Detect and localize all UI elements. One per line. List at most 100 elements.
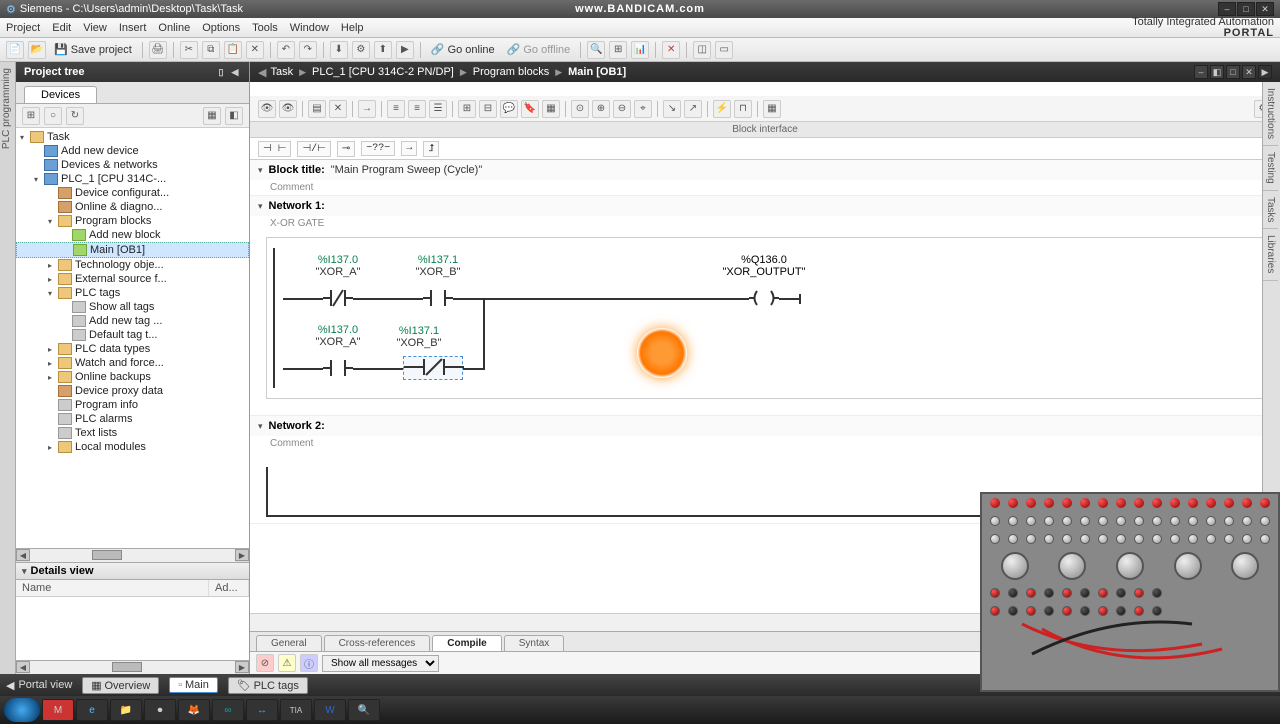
download-icon[interactable]: ⬇ — [330, 41, 348, 59]
tree-node[interactable]: PLC alarms — [16, 412, 249, 426]
split-editor-icon[interactable]: ◫ — [693, 41, 711, 59]
details-hscrollbar[interactable]: ◀ ▶ — [16, 660, 249, 674]
taskbar-magnifier-icon[interactable]: 🔍 — [348, 699, 380, 721]
menu-options[interactable]: Options — [202, 22, 240, 34]
details-view-header[interactable]: ▾ Details view — [16, 562, 249, 580]
start-button[interactable] — [4, 698, 40, 722]
layout-icon[interactable]: ▭ — [715, 41, 733, 59]
side-tab-libraries[interactable]: Libraries — [1263, 229, 1278, 280]
tree-node[interactable]: Show all tags — [16, 300, 249, 314]
misc-1-icon[interactable]: ⚡ — [713, 100, 731, 118]
tree-node[interactable]: ▸Local modules — [16, 440, 249, 454]
editor-float-icon[interactable]: ◧ — [1210, 65, 1224, 79]
tree-node[interactable]: ▸External source f... — [16, 272, 249, 286]
simulate-icon[interactable]: ▶ — [396, 41, 414, 59]
tab-general[interactable]: General — [256, 635, 322, 651]
network-2-comment[interactable]: Comment — [250, 436, 1280, 451]
network-1-header[interactable]: ▾ Network 1: — [250, 196, 1280, 216]
menu-window[interactable]: Window — [290, 22, 329, 34]
misc-3-icon[interactable]: ▦ — [763, 100, 781, 118]
tree-node[interactable]: ▸PLC data types — [16, 342, 249, 356]
tree-node[interactable]: Online & diagno... — [16, 200, 249, 214]
monitor-all-icon[interactable]: 👁 — [279, 100, 297, 118]
status-tab-plctags[interactable]: 🏷 PLC tags — [228, 677, 308, 694]
editor-expand-icon[interactable]: ▶ — [1258, 65, 1272, 79]
monitor-icon[interactable]: 👁 — [258, 100, 276, 118]
network-1-comment[interactable]: X-OR GATE — [250, 216, 1280, 231]
print-icon[interactable]: 🖨 — [149, 41, 167, 59]
lad-nc-contact[interactable]: ⊣/⊢ — [297, 141, 330, 157]
lad-close-branch[interactable]: ⮥ — [423, 141, 439, 157]
crumb-3[interactable]: Program blocks — [473, 66, 549, 78]
crossref-icon[interactable]: ⊞ — [609, 41, 627, 59]
menu-online[interactable]: Online — [158, 22, 190, 34]
tree-node[interactable]: ▸Online backups — [16, 370, 249, 384]
go-offline-button[interactable]: 🔗 Go offline — [503, 43, 575, 56]
disconnect-icon[interactable]: ↗ — [684, 100, 702, 118]
new-project-icon[interactable]: 📄 — [6, 41, 24, 59]
warning-filter-icon[interactable]: ⚠ — [278, 654, 296, 672]
lad-no-contact[interactable]: ⊣ ⊢ — [258, 141, 291, 157]
menu-view[interactable]: View — [83, 22, 107, 34]
network-1-ladder[interactable]: %I137.0"XOR_A" %I137.1"XOR_B" %Q136.0" — [266, 237, 1264, 399]
tab-devices[interactable]: Devices — [24, 86, 97, 103]
upload-icon[interactable]: ⬆ — [374, 41, 392, 59]
tree-btn-4[interactable]: ▦ — [203, 107, 221, 125]
menu-tools[interactable]: Tools — [252, 22, 278, 34]
scroll-left-icon[interactable]: ◀ — [16, 661, 30, 673]
tree-node[interactable]: ▾PLC tags — [16, 286, 249, 300]
contact-xor-b-no[interactable]: %I137.1"XOR_B" — [423, 288, 453, 308]
collapse-all-icon[interactable]: ⊟ — [479, 100, 497, 118]
lad-empty-box[interactable]: −??− — [361, 141, 395, 156]
delete-icon[interactable]: ✕ — [246, 41, 264, 59]
lad-open-branch[interactable]: → — [401, 141, 417, 156]
compile-icon[interactable]: ⚙ — [352, 41, 370, 59]
minimize-button[interactable]: – — [1218, 2, 1236, 16]
menu-insert[interactable]: Insert — [119, 22, 147, 34]
open-project-icon[interactable]: 📂 — [28, 41, 46, 59]
zoom-fit-icon[interactable]: ⊙ — [571, 100, 589, 118]
portal-view-button[interactable]: ◀ Portal view — [6, 679, 72, 692]
indent-left-icon[interactable]: ≡ — [387, 100, 405, 118]
editor-close-icon[interactable]: ✕ — [1242, 65, 1256, 79]
lad-coil[interactable]: ⊸ — [337, 141, 355, 157]
insert-network-icon[interactable]: ▤ — [308, 100, 326, 118]
left-sidebar-handle[interactable]: PLC programming — [0, 62, 16, 674]
tree-node[interactable]: Program info — [16, 398, 249, 412]
scroll-thumb[interactable] — [92, 550, 122, 560]
tab-crossref[interactable]: Cross-references — [324, 635, 431, 651]
tree-node[interactable]: Device configurat... — [16, 186, 249, 200]
taskbar-ie-icon[interactable]: e — [76, 699, 108, 721]
taskbar-explorer-icon[interactable]: 📁 — [110, 699, 142, 721]
side-tab-tasks[interactable]: Tasks — [1263, 191, 1278, 230]
crumb-1[interactable]: Task — [270, 66, 293, 78]
close-button[interactable]: ✕ — [1256, 2, 1274, 16]
taskbar-bandicam-icon[interactable]: ⏺ — [144, 699, 176, 721]
tree-node[interactable]: Add new tag ... — [16, 314, 249, 328]
collapse-pane-icon[interactable]: ▯ — [215, 66, 227, 78]
crumb-2[interactable]: PLC_1 [CPU 314C-2 PN/DP] — [312, 66, 454, 78]
tree-node[interactable]: Add new device — [16, 144, 249, 158]
indent-right-icon[interactable]: ≡ — [408, 100, 426, 118]
tree-btn-3[interactable]: ↻ — [66, 107, 84, 125]
taskbar-arduino-icon[interactable]: ∞ — [212, 699, 244, 721]
tree-node[interactable]: Add new block — [16, 228, 249, 242]
tree-btn-1[interactable]: ⊞ — [22, 107, 40, 125]
tree-btn-2[interactable]: ○ — [44, 107, 62, 125]
status-tab-main[interactable]: ▫ Main — [169, 677, 218, 693]
taskbar-word-icon[interactable]: W — [314, 699, 346, 721]
scroll-right-icon[interactable]: ▶ — [235, 661, 249, 673]
side-tab-instructions[interactable]: Instructions — [1263, 82, 1278, 146]
editor-maximize-icon[interactable]: □ — [1226, 65, 1240, 79]
menu-project[interactable]: Project — [6, 22, 40, 34]
tab-syntax[interactable]: Syntax — [504, 635, 565, 651]
grid-icon[interactable]: ▦ — [542, 100, 560, 118]
goto-icon[interactable]: → — [358, 100, 376, 118]
tree-node[interactable]: ▸Watch and force... — [16, 356, 249, 370]
list-icon[interactable]: ☰ — [429, 100, 447, 118]
taskbar-gmail-icon[interactable]: M — [42, 699, 74, 721]
scroll-right-icon[interactable]: ▶ — [235, 549, 249, 561]
tree-node[interactable]: Main [OB1] — [16, 242, 249, 258]
tree-node[interactable]: ▸Technology obje... — [16, 258, 249, 272]
zoom-reset-icon[interactable]: ⌖ — [634, 100, 652, 118]
